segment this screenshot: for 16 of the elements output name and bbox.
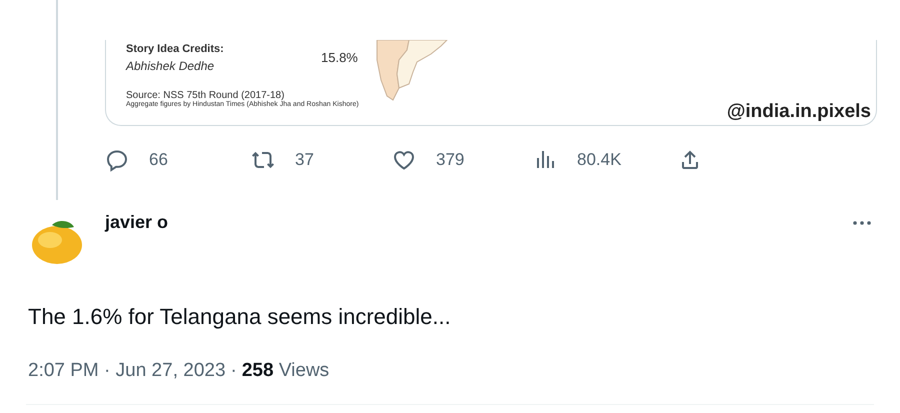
handle-text: @india.in.pixels: [726, 101, 871, 123]
credits-label: Story Idea Credits:: [126, 43, 225, 55]
timestamp[interactable]: 2:07 PM · Jun 27, 2023: [28, 360, 226, 382]
credits-name: Abhishek Dedhe: [126, 59, 216, 73]
action-count: 66: [149, 150, 168, 170]
views-text: 258 Views: [242, 360, 330, 382]
source-text: Source: NSS 75th Round (2017-18): [126, 90, 284, 101]
action-count: 379: [436, 150, 464, 170]
author-name[interactable]: javier o: [105, 212, 168, 233]
action-count: 37: [295, 150, 314, 170]
heart-icon[interactable]: [392, 148, 416, 172]
separator-dot: ·: [230, 360, 237, 382]
reply-icon[interactable]: [105, 148, 129, 172]
reply-text: The 1.6% for Telangana seems incredible...: [27, 304, 452, 330]
map-value: 15.8%: [321, 50, 359, 65]
action-count: 80.4K: [577, 150, 622, 170]
